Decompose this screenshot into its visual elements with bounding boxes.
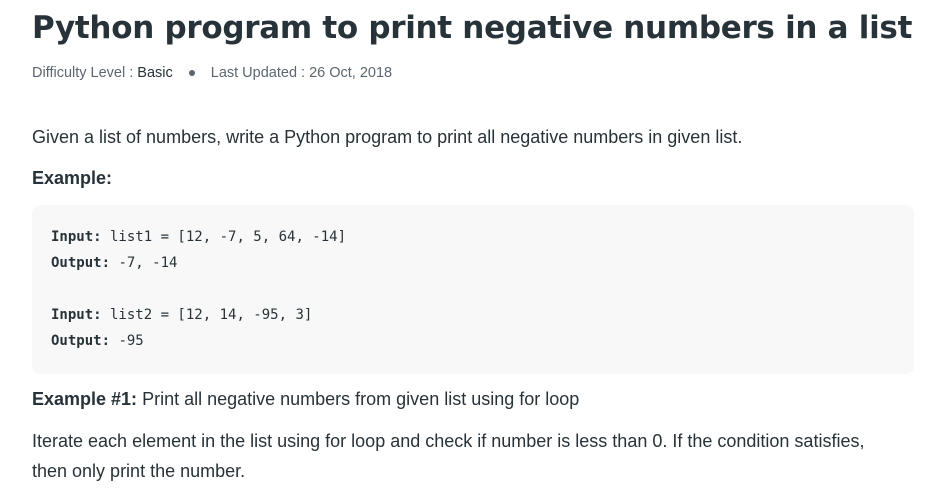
last-updated-label: Last Updated : [210, 65, 306, 81]
intro-paragraph: Given a list of numbers, write a Python … [32, 127, 743, 147]
page-title: Python program to print negative numbers… [32, 10, 913, 46]
example-1-heading: Example #1: Print all negative numbers f… [32, 389, 579, 410]
code-value: -7, -14 [110, 255, 178, 271]
code-value: -95 [110, 333, 144, 349]
last-updated-value: 26 Oct, 2018 [309, 65, 393, 81]
code-line: Output: -95 [51, 333, 144, 349]
code-line: Output: -7, -14 [51, 255, 177, 271]
explanation-paragraph: Iterate each element in the list using f… [32, 431, 865, 481]
example-heading: Example: [32, 168, 113, 188]
code-keyword: Output: [51, 333, 111, 349]
code-line: Input: list1 = [12, -7, 5, 64, -14] [51, 229, 346, 245]
code-value: list1 = [12, -7, 5, 64, -14] [101, 229, 347, 245]
example-code-block: Input: list1 = [12, -7, 5, 64, -14] Outp… [32, 205, 914, 374]
difficulty-value-link[interactable]: Basic [137, 65, 172, 81]
difficulty-label: Difficulty Level : [32, 65, 134, 81]
example-1-label: Example #1: [32, 389, 138, 409]
code-line: Input: list2 = [12, 14, -95, 3] [51, 307, 312, 323]
article-meta: Difficulty Level : Basic Last Updated : … [32, 65, 392, 81]
code-keyword: Input: [51, 229, 102, 245]
code-keyword: Output: [51, 255, 111, 271]
code-keyword: Input: [51, 307, 102, 323]
example-1-text: Print all negative numbers from given li… [137, 389, 580, 409]
code-value: list2 = [12, 14, -95, 3] [101, 307, 313, 323]
separator-dot-icon [188, 70, 195, 76]
